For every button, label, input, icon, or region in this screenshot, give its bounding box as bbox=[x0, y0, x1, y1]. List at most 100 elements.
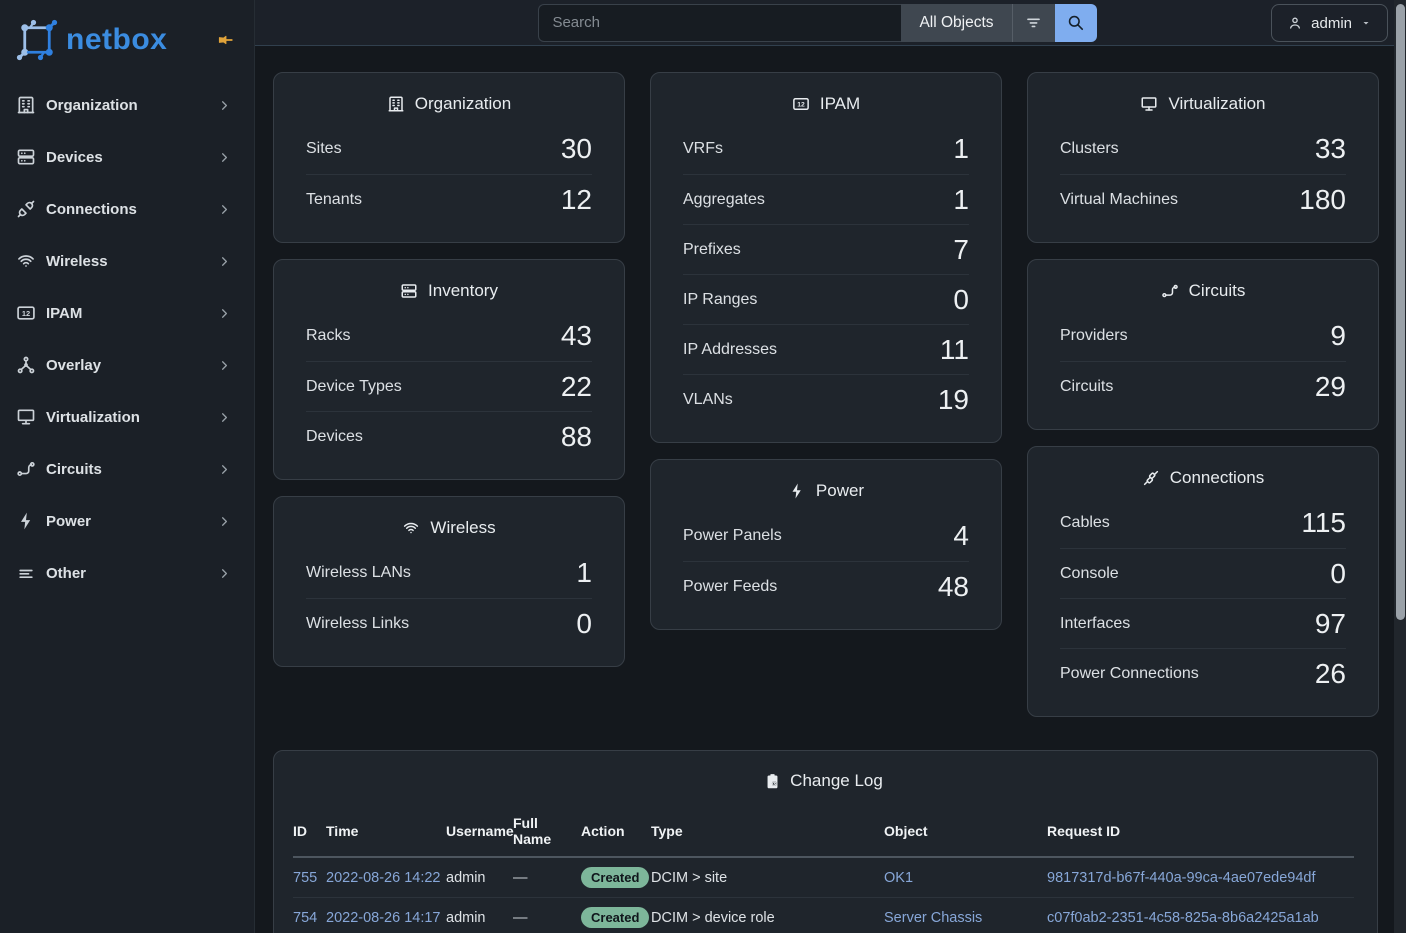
graph-icon bbox=[16, 355, 36, 375]
stat-value: 29 bbox=[1315, 371, 1346, 403]
stat-value: 30 bbox=[561, 133, 592, 165]
stat-row[interactable]: Wireless Links 0 bbox=[306, 598, 592, 648]
sidebar-item-connections[interactable]: Connections bbox=[0, 183, 254, 235]
changelog-object-link[interactable]: Server Chassis bbox=[884, 910, 982, 926]
changelog-card: Change Log IDTimeUsernameFull NameAction… bbox=[273, 750, 1378, 933]
sidebar-item-label: Connections bbox=[46, 201, 137, 218]
stat-row[interactable]: Console 0 bbox=[1060, 548, 1346, 598]
stat-label[interactable]: Power Feeds bbox=[683, 578, 777, 596]
sidebar-nav: Organization Devices Connections Wireles… bbox=[0, 79, 254, 599]
stat-row[interactable]: Devices 88 bbox=[306, 411, 592, 461]
sidebar-item-organization[interactable]: Organization bbox=[0, 79, 254, 131]
stat-row[interactable]: Cables 115 bbox=[1060, 498, 1346, 548]
stat-label[interactable]: Prefixes bbox=[683, 241, 741, 259]
sidebar-item-virtualization[interactable]: Virtualization bbox=[0, 391, 254, 443]
card-title: Virtualization bbox=[1060, 87, 1346, 124]
stat-label[interactable]: Devices bbox=[306, 428, 363, 446]
stat-label[interactable]: Sites bbox=[306, 140, 342, 158]
stat-row[interactable]: Tenants 12 bbox=[306, 174, 592, 224]
stat-label[interactable]: Circuits bbox=[1060, 378, 1113, 396]
search-filter-button[interactable] bbox=[1012, 4, 1055, 42]
user-menu-button[interactable]: admin bbox=[1271, 4, 1388, 42]
changelog-object-link[interactable]: OK1 bbox=[884, 870, 913, 886]
col-header-request-id: Request ID bbox=[1047, 807, 1354, 857]
stat-row[interactable]: VRFs 1 bbox=[683, 124, 969, 174]
stat-row[interactable]: Interfaces 97 bbox=[1060, 598, 1346, 648]
stat-row[interactable]: Power Feeds 48 bbox=[683, 561, 969, 611]
stat-label[interactable]: Aggregates bbox=[683, 191, 765, 209]
search-submit-button[interactable] bbox=[1055, 4, 1097, 42]
stat-label[interactable]: Racks bbox=[306, 327, 350, 345]
stat-label[interactable]: Cables bbox=[1060, 514, 1110, 532]
chevron-right-icon bbox=[217, 150, 232, 165]
sidebar-item-circuits[interactable]: Circuits bbox=[0, 443, 254, 495]
sidebar-item-overlay[interactable]: Overlay bbox=[0, 339, 254, 391]
counter-icon bbox=[792, 95, 810, 113]
changelog-type: DCIM > site bbox=[651, 870, 727, 886]
sidebar-item-wireless[interactable]: Wireless bbox=[0, 235, 254, 287]
stat-row[interactable]: Clusters 33 bbox=[1060, 124, 1346, 174]
stat-label[interactable]: Console bbox=[1060, 565, 1119, 583]
card-connections: Connections Cables 115 Console 0 Interfa… bbox=[1027, 446, 1379, 717]
stat-row[interactable]: Circuits 29 bbox=[1060, 361, 1346, 411]
stat-row[interactable]: Power Panels 4 bbox=[683, 511, 969, 561]
stat-label[interactable]: IP Ranges bbox=[683, 291, 757, 309]
stat-label[interactable]: Interfaces bbox=[1060, 615, 1130, 633]
stat-row[interactable]: Device Types 22 bbox=[306, 361, 592, 411]
building-icon bbox=[16, 95, 36, 115]
col-header-username: Username bbox=[446, 807, 513, 857]
pin-sidebar-icon[interactable] bbox=[216, 30, 236, 50]
changelog-id-link[interactable]: 755 bbox=[293, 870, 317, 886]
topbar: All Objects admin bbox=[255, 0, 1406, 46]
sidebar-item-other[interactable]: Other bbox=[0, 547, 254, 599]
stat-label[interactable]: Power Panels bbox=[683, 527, 782, 545]
stat-row[interactable]: Providers 9 bbox=[1060, 311, 1346, 361]
stat-value: 0 bbox=[953, 284, 969, 316]
stat-label[interactable]: Clusters bbox=[1060, 140, 1119, 158]
scrollbar-thumb[interactable] bbox=[1396, 4, 1405, 620]
sidebar-item-devices[interactable]: Devices bbox=[0, 131, 254, 183]
stat-label[interactable]: IP Addresses bbox=[683, 341, 777, 359]
server-icon bbox=[16, 147, 36, 167]
monitor-icon bbox=[16, 407, 36, 427]
stat-label[interactable]: Virtual Machines bbox=[1060, 191, 1178, 209]
stat-row[interactable]: VLANs 19 bbox=[683, 374, 969, 424]
stat-row[interactable]: Sites 30 bbox=[306, 124, 592, 174]
stat-label[interactable]: Power Connections bbox=[1060, 665, 1199, 683]
sidebar-item-power[interactable]: Power bbox=[0, 495, 254, 547]
changelog-time-link[interactable]: 2022-08-26 14:17 bbox=[326, 910, 441, 926]
sidebar-item-ipam[interactable]: IPAM bbox=[0, 287, 254, 339]
stat-label[interactable]: Providers bbox=[1060, 327, 1128, 345]
logo[interactable]: netbox bbox=[0, 0, 254, 79]
stat-row[interactable]: Prefixes 7 bbox=[683, 224, 969, 274]
stat-row[interactable]: IP Ranges 0 bbox=[683, 274, 969, 324]
stat-value: 1 bbox=[576, 557, 592, 589]
col-header-object: Object bbox=[884, 807, 1047, 857]
changelog-time-link[interactable]: 2022-08-26 14:22 bbox=[326, 870, 441, 886]
dashboard: Organization Sites 30 Tenants 12 Invento… bbox=[255, 0, 1406, 933]
stat-row[interactable]: Virtual Machines 180 bbox=[1060, 174, 1346, 224]
stat-label[interactable]: VRFs bbox=[683, 140, 723, 158]
stat-label[interactable]: Tenants bbox=[306, 191, 362, 209]
search-scope-dropdown[interactable]: All Objects bbox=[901, 4, 1011, 42]
stat-label[interactable]: Device Types bbox=[306, 378, 402, 396]
stat-row[interactable]: IP Addresses 11 bbox=[683, 324, 969, 374]
stat-row[interactable]: Power Connections 26 bbox=[1060, 648, 1346, 698]
filter-icon bbox=[1024, 13, 1043, 32]
card-title: Circuits bbox=[1060, 274, 1346, 311]
stat-label[interactable]: Wireless LANs bbox=[306, 564, 411, 582]
card-title: Connections bbox=[1060, 461, 1346, 498]
changelog-id-link[interactable]: 754 bbox=[293, 910, 317, 926]
col-header-full-name: Full Name bbox=[513, 807, 581, 857]
brand-name: netbox bbox=[66, 23, 167, 57]
stat-row[interactable]: Wireless LANs 1 bbox=[306, 548, 592, 598]
changelog-request-id-link[interactable]: 9817317d-b67f-440a-99ca-4ae07ede94df bbox=[1047, 870, 1315, 886]
stat-row[interactable]: Aggregates 1 bbox=[683, 174, 969, 224]
card-ipam: IPAM VRFs 1 Aggregates 1 Prefixes 7 IP R… bbox=[650, 72, 1002, 443]
netbox-logo-icon bbox=[16, 19, 58, 61]
changelog-request-id-link[interactable]: c07f0ab2-2351-4c58-825a-8b6a2425a1ab bbox=[1047, 910, 1319, 926]
stat-label[interactable]: VLANs bbox=[683, 391, 733, 409]
search-input[interactable] bbox=[538, 4, 901, 42]
stat-row[interactable]: Racks 43 bbox=[306, 311, 592, 361]
stat-label[interactable]: Wireless Links bbox=[306, 615, 409, 633]
